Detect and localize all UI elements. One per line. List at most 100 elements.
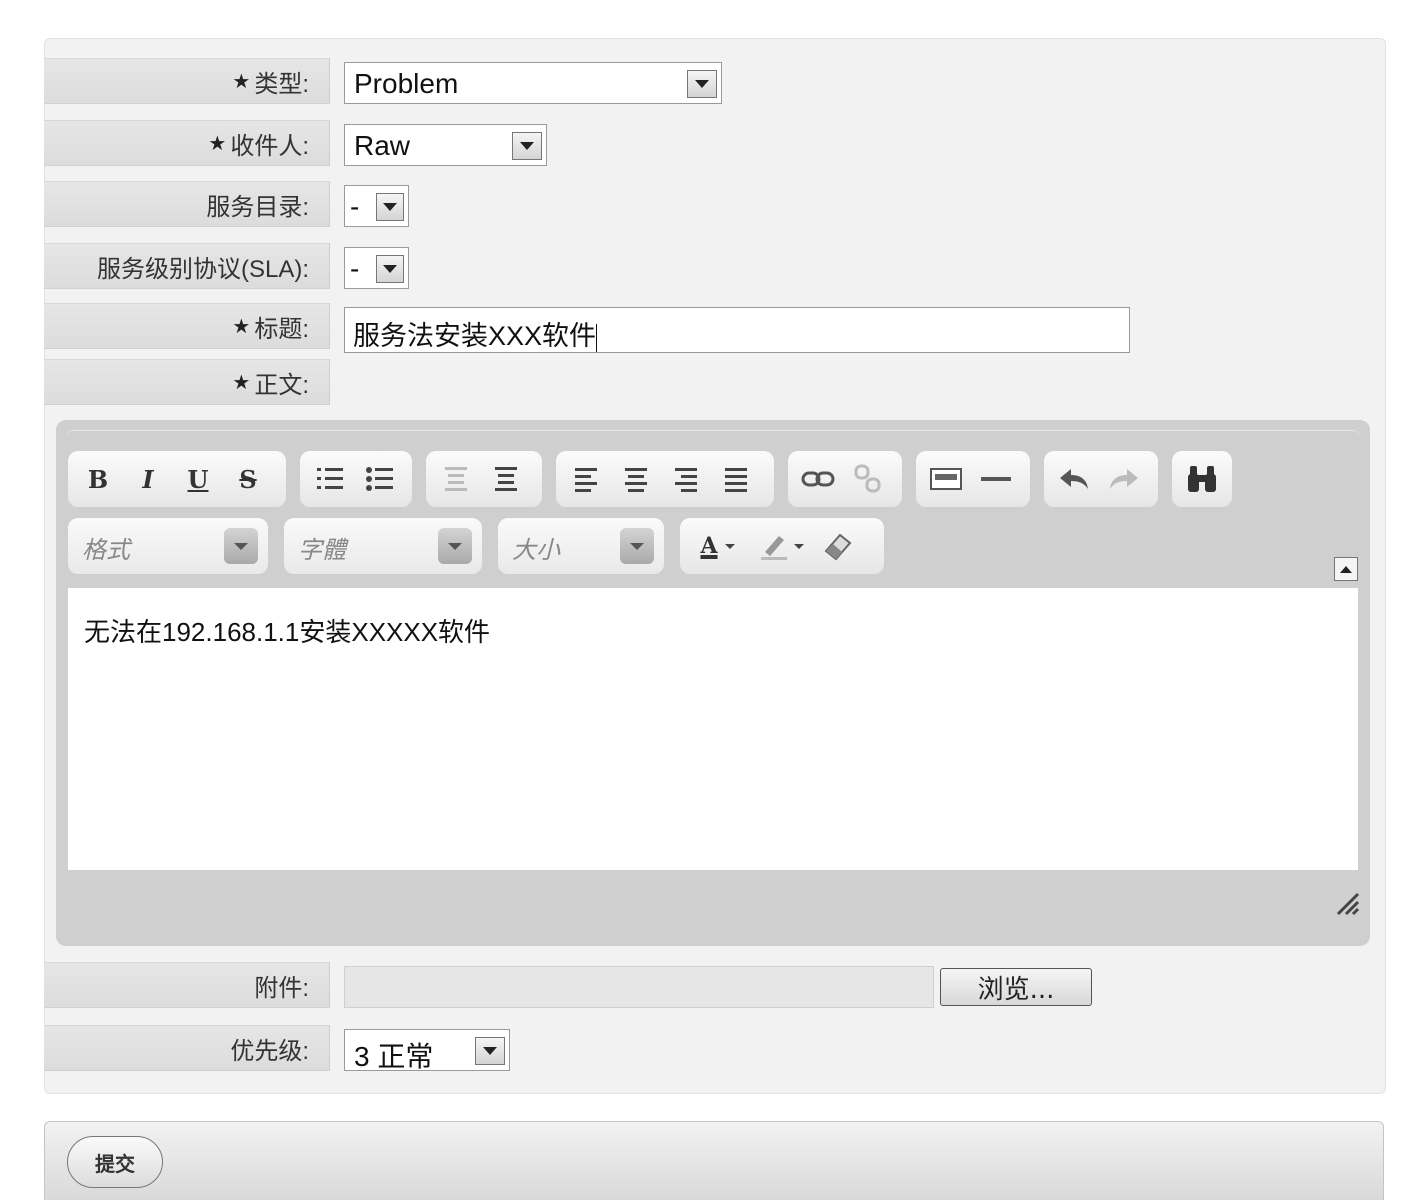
- attachment-label-text: 附件:: [254, 974, 309, 1002]
- format-combo-label: 格式: [82, 536, 130, 564]
- chevron-down-icon[interactable]: [376, 255, 404, 283]
- recipient-label-text: 收件人:: [230, 132, 309, 160]
- recipient-row: ★ 收件人: Raw: [44, 120, 1384, 168]
- align-right-button[interactable]: [664, 459, 708, 499]
- indent-button[interactable]: [484, 459, 528, 499]
- type-select-value: Problem: [354, 68, 459, 99]
- attachment-row: 附件: 浏览...: [44, 962, 1384, 1010]
- chevron-down-icon[interactable]: [475, 1037, 505, 1065]
- editor-content-area[interactable]: 无法在192.168.1.1安装XXXXX软件: [68, 588, 1358, 870]
- recipient-label: ★ 收件人:: [44, 120, 330, 166]
- priority-label: 优先级:: [44, 1025, 330, 1071]
- strikethrough-button[interactable]: S: [226, 459, 270, 499]
- type-row: ★ 类型: Problem: [44, 58, 1384, 106]
- size-combo-label: 大小: [512, 536, 560, 564]
- service-catalog-row: 服务目录: -: [44, 181, 1384, 229]
- required-marker: ★: [232, 70, 251, 93]
- chevron-down-icon[interactable]: [512, 132, 542, 160]
- find-group: [1172, 451, 1232, 507]
- collapse-toolbar-button[interactable]: [1334, 557, 1358, 581]
- text-caret: [596, 323, 598, 352]
- horizontal-rule-button[interactable]: [974, 459, 1018, 499]
- font-combo-label: 字體: [298, 536, 346, 564]
- bulleted-list-button[interactable]: [358, 459, 402, 499]
- browse-button[interactable]: 浏览...: [940, 968, 1092, 1006]
- format-combo[interactable]: 格式: [68, 518, 268, 574]
- sla-row: 服务级别协议(SLA): -: [44, 243, 1384, 291]
- align-justify-button[interactable]: [714, 459, 758, 499]
- priority-row: 优先级: 3 正常: [44, 1025, 1384, 1073]
- caret-down-icon: [724, 544, 735, 549]
- recipient-select-value: Raw: [354, 130, 411, 161]
- editor-content-text: 无法在192.168.1.1安装XXXXX软件: [84, 617, 491, 647]
- font-combo[interactable]: 字體: [284, 518, 482, 574]
- list-group: [300, 451, 412, 507]
- history-group: [1044, 451, 1158, 507]
- image-icon: [930, 468, 962, 490]
- title-input[interactable]: 服务法安装XXX软件: [344, 307, 1130, 353]
- text-color-button[interactable]: A: [688, 526, 748, 566]
- unlink-button[interactable]: [846, 459, 890, 499]
- bulleted-list-icon: [366, 467, 393, 491]
- type-label-text: 类型:: [254, 70, 309, 98]
- undo-icon: [1060, 469, 1088, 489]
- undo-button[interactable]: [1052, 459, 1096, 499]
- redo-button[interactable]: [1102, 459, 1146, 499]
- service-catalog-select[interactable]: -: [344, 185, 409, 227]
- submit-bar: 提交: [44, 1121, 1384, 1200]
- alignment-group: [556, 451, 774, 507]
- highlight-color-button[interactable]: [752, 526, 812, 566]
- binoculars-icon: [1188, 466, 1216, 492]
- attachment-file-field[interactable]: [344, 966, 934, 1008]
- caret-down-icon: [794, 544, 804, 549]
- chevron-down-icon[interactable]: [620, 528, 654, 564]
- indent-icon: [495, 467, 517, 491]
- highlighter-icon: [761, 536, 787, 560]
- size-combo[interactable]: 大小: [498, 518, 664, 574]
- recipient-select[interactable]: Raw: [344, 124, 547, 166]
- redo-icon: [1110, 469, 1138, 489]
- underline-button[interactable]: U: [176, 459, 220, 499]
- chevron-down-icon[interactable]: [438, 528, 472, 564]
- align-left-button[interactable]: [564, 459, 608, 499]
- service-catalog-label: 服务目录:: [44, 181, 330, 227]
- numbered-list-button[interactable]: [308, 459, 352, 499]
- align-center-icon: [625, 468, 647, 492]
- insert-image-button[interactable]: [924, 459, 968, 499]
- required-marker: ★: [232, 315, 251, 338]
- find-button[interactable]: [1180, 459, 1224, 499]
- chevron-down-icon[interactable]: [224, 528, 258, 564]
- priority-select-value: 3 正常: [354, 1041, 434, 1072]
- indent-group: [426, 451, 542, 507]
- align-center-button[interactable]: [614, 459, 658, 499]
- type-select[interactable]: Problem: [344, 62, 722, 104]
- insert-group: [916, 451, 1030, 507]
- attachment-label: 附件:: [44, 962, 330, 1008]
- chevron-down-icon[interactable]: [376, 193, 404, 221]
- sla-label: 服务级别协议(SLA):: [44, 243, 330, 289]
- clear-format-button[interactable]: [816, 526, 860, 566]
- submit-button[interactable]: 提交: [67, 1136, 163, 1188]
- link-button[interactable]: [796, 459, 840, 499]
- body-label-text: 正文:: [254, 371, 309, 399]
- chevron-down-icon[interactable]: [687, 70, 717, 98]
- text-style-group: B I U S: [68, 451, 286, 507]
- align-left-icon: [575, 468, 597, 492]
- outdent-icon: [445, 467, 467, 491]
- sla-label-text: 服务级别协议(SLA):: [96, 255, 309, 283]
- outdent-button[interactable]: [434, 459, 478, 499]
- required-marker: ★: [208, 132, 227, 155]
- priority-label-text: 优先级:: [230, 1037, 309, 1065]
- title-row: ★ 标题: 服务法安装XXX软件: [44, 303, 1384, 353]
- sla-select[interactable]: -: [344, 247, 409, 289]
- title-label-text: 标题:: [254, 315, 309, 343]
- link-group: [788, 451, 902, 507]
- unlink-icon: [854, 464, 881, 493]
- body-label: ★ 正文:: [44, 359, 330, 405]
- align-right-icon: [675, 468, 697, 492]
- body-row: ★ 正文:: [44, 359, 1384, 407]
- bold-button[interactable]: B: [76, 459, 120, 499]
- resize-handle-icon[interactable]: [1334, 890, 1360, 920]
- italic-button[interactable]: I: [126, 459, 170, 499]
- priority-select[interactable]: 3 正常: [344, 1029, 510, 1072]
